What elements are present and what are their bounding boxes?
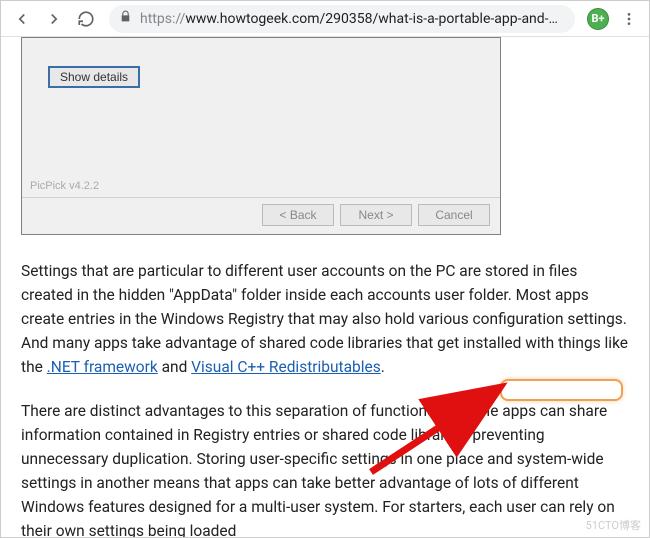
reload-button[interactable] <box>71 4 101 34</box>
picpick-version-label: PicPick v4.2.2 <box>30 180 99 192</box>
address-bar[interactable]: https://www.howtogeek.com/290358/what-is… <box>109 5 575 33</box>
back-installer-button[interactable]: < Back <box>262 204 334 226</box>
paragraph-1: Settings that are particular to differen… <box>21 259 629 379</box>
cancel-installer-button[interactable]: Cancel <box>418 204 490 226</box>
extension-badge[interactable]: B+ <box>587 8 609 30</box>
show-details-button[interactable]: Show details <box>48 66 140 88</box>
page-content: Show details PicPick v4.2.2 < Back Next … <box>1 37 649 537</box>
back-button[interactable] <box>7 4 37 34</box>
url-text: https://www.howtogeek.com/290358/what-is… <box>140 11 558 27</box>
link-vc-redist[interactable]: Visual C++ Redistributables <box>191 358 381 376</box>
link-net-framework[interactable]: .NET framework <box>47 358 158 376</box>
forward-button[interactable] <box>39 4 69 34</box>
installer-divider <box>22 197 500 198</box>
watermark-text: 51CTO博客 <box>586 517 641 533</box>
browser-toolbar: https://www.howtogeek.com/290358/what-is… <box>1 1 649 37</box>
paragraph-2: There are distinct advantages to this se… <box>21 399 629 537</box>
installer-screenshot: Show details PicPick v4.2.2 < Back Next … <box>21 37 501 235</box>
article-body: Settings that are particular to differen… <box>21 259 629 537</box>
installer-button-row: < Back Next > Cancel <box>262 204 490 226</box>
browser-menu-button[interactable] <box>615 5 643 33</box>
lock-icon <box>119 10 132 27</box>
next-installer-button[interactable]: Next > <box>340 204 412 226</box>
